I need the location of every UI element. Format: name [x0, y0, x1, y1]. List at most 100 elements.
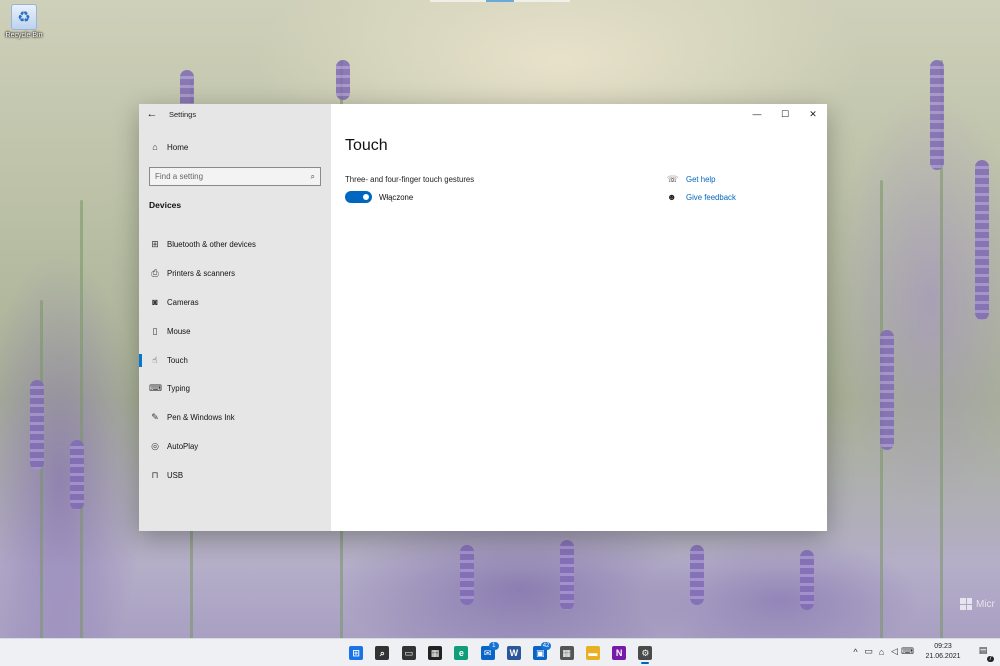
sidebar-item-mouse[interactable]: ▯ Mouse	[139, 317, 331, 346]
sidebar-item-label: Mouse	[167, 326, 191, 336]
taskbar-settings-button[interactable]: ⚙	[632, 642, 658, 664]
taskbar-edge-button[interactable]: e	[448, 642, 474, 664]
settings-main: — ☐ ✕ Touch Three- and four-finger touch…	[331, 104, 827, 531]
network-icon[interactable]: ⌂	[875, 647, 888, 657]
notification-badge: 1	[488, 642, 499, 650]
sidebar-item-label: Printers & scanners	[167, 268, 236, 278]
taskbar-apps: ⊞ ⌕ ▭ ▦ e ✉ 1 W ▣ 42 ▦ ▬ N ⚙	[343, 642, 659, 664]
sidebar-item-printers-scanners[interactable]: ⎙ Printers & scanners	[139, 259, 331, 288]
gear-icon: ⚙	[638, 646, 653, 660]
sidebar-item-bluetooth-other-devices[interactable]: ⊞ Bluetooth & other devices	[139, 230, 331, 259]
help-link-label: Get help	[686, 174, 716, 184]
search-icon[interactable]: ⌕	[311, 172, 315, 182]
settings-window: ← Settings ⌂ Home ⌕ Devices ⊞ Bluetooth &…	[139, 104, 827, 531]
notification-button[interactable]: ▤ 7	[976, 645, 994, 662]
calculator-icon: ▦	[559, 646, 574, 660]
taskbar-calculator-button[interactable]: ▦	[553, 642, 579, 664]
taskbar: ⊞ ⌕ ▭ ▦ e ✉ 1 W ▣ 42 ▦ ▬ N ⚙ ^ ▭ ⌂ ◁ ⌨ 09:23 21.06.2021 ▤…	[0, 638, 1000, 666]
sidebar-item-touch[interactable]: ☝ Touch	[139, 346, 331, 375]
mouse-icon: ▯	[152, 325, 158, 336]
taskbar-task-view-button[interactable]: ▭	[396, 642, 422, 664]
camera-icon: ◙	[152, 297, 158, 308]
back-button[interactable]: ←	[139, 104, 165, 124]
sidebar-item-pen-windows-ink[interactable]: ✎ Pen & Windows Ink	[139, 403, 331, 432]
sidebar-item-cameras[interactable]: ◙ Cameras	[139, 288, 331, 317]
taskbar-widgets-button[interactable]: ▦	[422, 642, 448, 664]
sidebar-item-label: Bluetooth & other devices	[167, 239, 256, 249]
sidebar-item-label: Typing	[167, 384, 190, 394]
sidebar-item-label: USB	[167, 471, 184, 481]
maximize-button[interactable]: ☐	[771, 104, 799, 124]
window-title: Settings	[169, 109, 197, 119]
keyboard-icon[interactable]: ⌨	[901, 646, 914, 657]
sidebar-item-autoplay[interactable]: ◎ AutoPlay	[139, 432, 331, 461]
edge-icon: e	[454, 646, 469, 660]
sidebar-item-typing[interactable]: ⌨ Typing	[139, 374, 331, 403]
taskbar-mail-button[interactable]: ✉ 1	[474, 642, 500, 664]
touch-gestures-toggle[interactable]	[345, 191, 372, 203]
notification-icon: ▤	[978, 645, 988, 655]
sidebar-item-label: AutoPlay	[167, 442, 199, 452]
window-controls: — ☐ ✕	[743, 104, 827, 124]
search-box: ⌕	[149, 167, 321, 186]
recycle-bin-icon: ♻	[11, 4, 37, 30]
usb-icon: ⊓	[151, 470, 159, 481]
touch-gestures-label: Three- and four-finger touch gestures	[345, 175, 475, 184]
autoplay-icon: ◎	[151, 441, 159, 452]
clock[interactable]: 09:23 21.06.2021	[920, 642, 966, 662]
taskbar-search-button[interactable]: ⌕	[369, 642, 395, 664]
taskbar-word-button[interactable]: W	[501, 642, 527, 664]
close-button[interactable]: ✕	[799, 104, 827, 124]
folder-icon: ▬	[585, 646, 600, 660]
clock-date: 21.06.2021	[925, 653, 961, 660]
taskbar-file-explorer-button[interactable]: ▬	[580, 642, 606, 664]
page-title: Touch	[345, 137, 388, 154]
pen-icon: ✎	[151, 412, 159, 423]
printer-icon: ⎙	[151, 267, 159, 278]
notification-count: 7	[986, 656, 994, 662]
widgets-icon: ▦	[428, 646, 443, 660]
task-view-icon: ▭	[401, 646, 416, 660]
search-input[interactable]	[155, 172, 311, 181]
notification-badge: 42	[540, 642, 552, 650]
volume-icon[interactable]: ◁	[888, 646, 901, 657]
watermark-text: Micr	[976, 598, 995, 610]
windows-logo-icon	[960, 598, 972, 610]
touch-icon: ☝	[152, 354, 158, 365]
top-strip	[430, 0, 570, 2]
minimize-button[interactable]: —	[743, 104, 771, 124]
recycle-bin-desktop-icon[interactable]: ♻ Recycle Bin	[4, 4, 44, 39]
search-icon: ⌕	[375, 646, 390, 660]
bluetooth-devices-icon: ⊞	[151, 238, 159, 249]
windows-watermark: Micr	[960, 598, 995, 610]
sidebar-item-label: Touch	[167, 355, 188, 365]
sidebar-item-usb[interactable]: ⊓ USB	[139, 461, 331, 490]
taskbar-onenote-button[interactable]: N	[606, 642, 632, 664]
section-heading: Devices	[149, 200, 182, 210]
chevron-up-icon[interactable]: ^	[849, 647, 862, 657]
taskbar-store-button[interactable]: ▣ 42	[527, 642, 553, 664]
give-feedback-link[interactable]: ☻ Give feedback	[667, 188, 736, 206]
windows-start-icon: ⊞	[349, 646, 364, 660]
nav-list: ⊞ Bluetooth & other devices ⎙ Printers & sc…	[139, 230, 331, 490]
feedback-icon: ☻	[667, 192, 677, 202]
nav-home[interactable]: ⌂ Home	[139, 138, 331, 156]
help-chat-icon: ☏	[667, 173, 679, 184]
home-icon: ⌂	[152, 142, 158, 152]
recycle-bin-label: Recycle Bin	[5, 32, 43, 39]
taskbar-start-button[interactable]: ⊞	[343, 642, 369, 664]
settings-sidebar: ← Settings ⌂ Home ⌕ Devices ⊞ Bluetooth &…	[139, 104, 331, 531]
sidebar-item-label: Pen & Windows Ink	[167, 413, 235, 423]
title-bar: ← Settings	[139, 104, 331, 124]
battery-icon[interactable]: ▭	[862, 646, 875, 657]
keyboard-icon: ⌨	[149, 383, 162, 394]
toggle-state-label: Włączone	[379, 193, 414, 202]
clock-time: 09:23	[934, 643, 952, 650]
help-links: ☏ Get help ☻ Give feedback	[667, 170, 736, 206]
help-link-label: Give feedback	[686, 192, 736, 202]
nav-home-label: Home	[167, 142, 189, 152]
onenote-icon: N	[612, 646, 627, 660]
get-help-link[interactable]: ☏ Get help	[667, 170, 736, 188]
sidebar-item-label: Cameras	[167, 297, 199, 307]
system-tray: ^ ▭ ⌂ ◁ ⌨	[849, 646, 914, 657]
